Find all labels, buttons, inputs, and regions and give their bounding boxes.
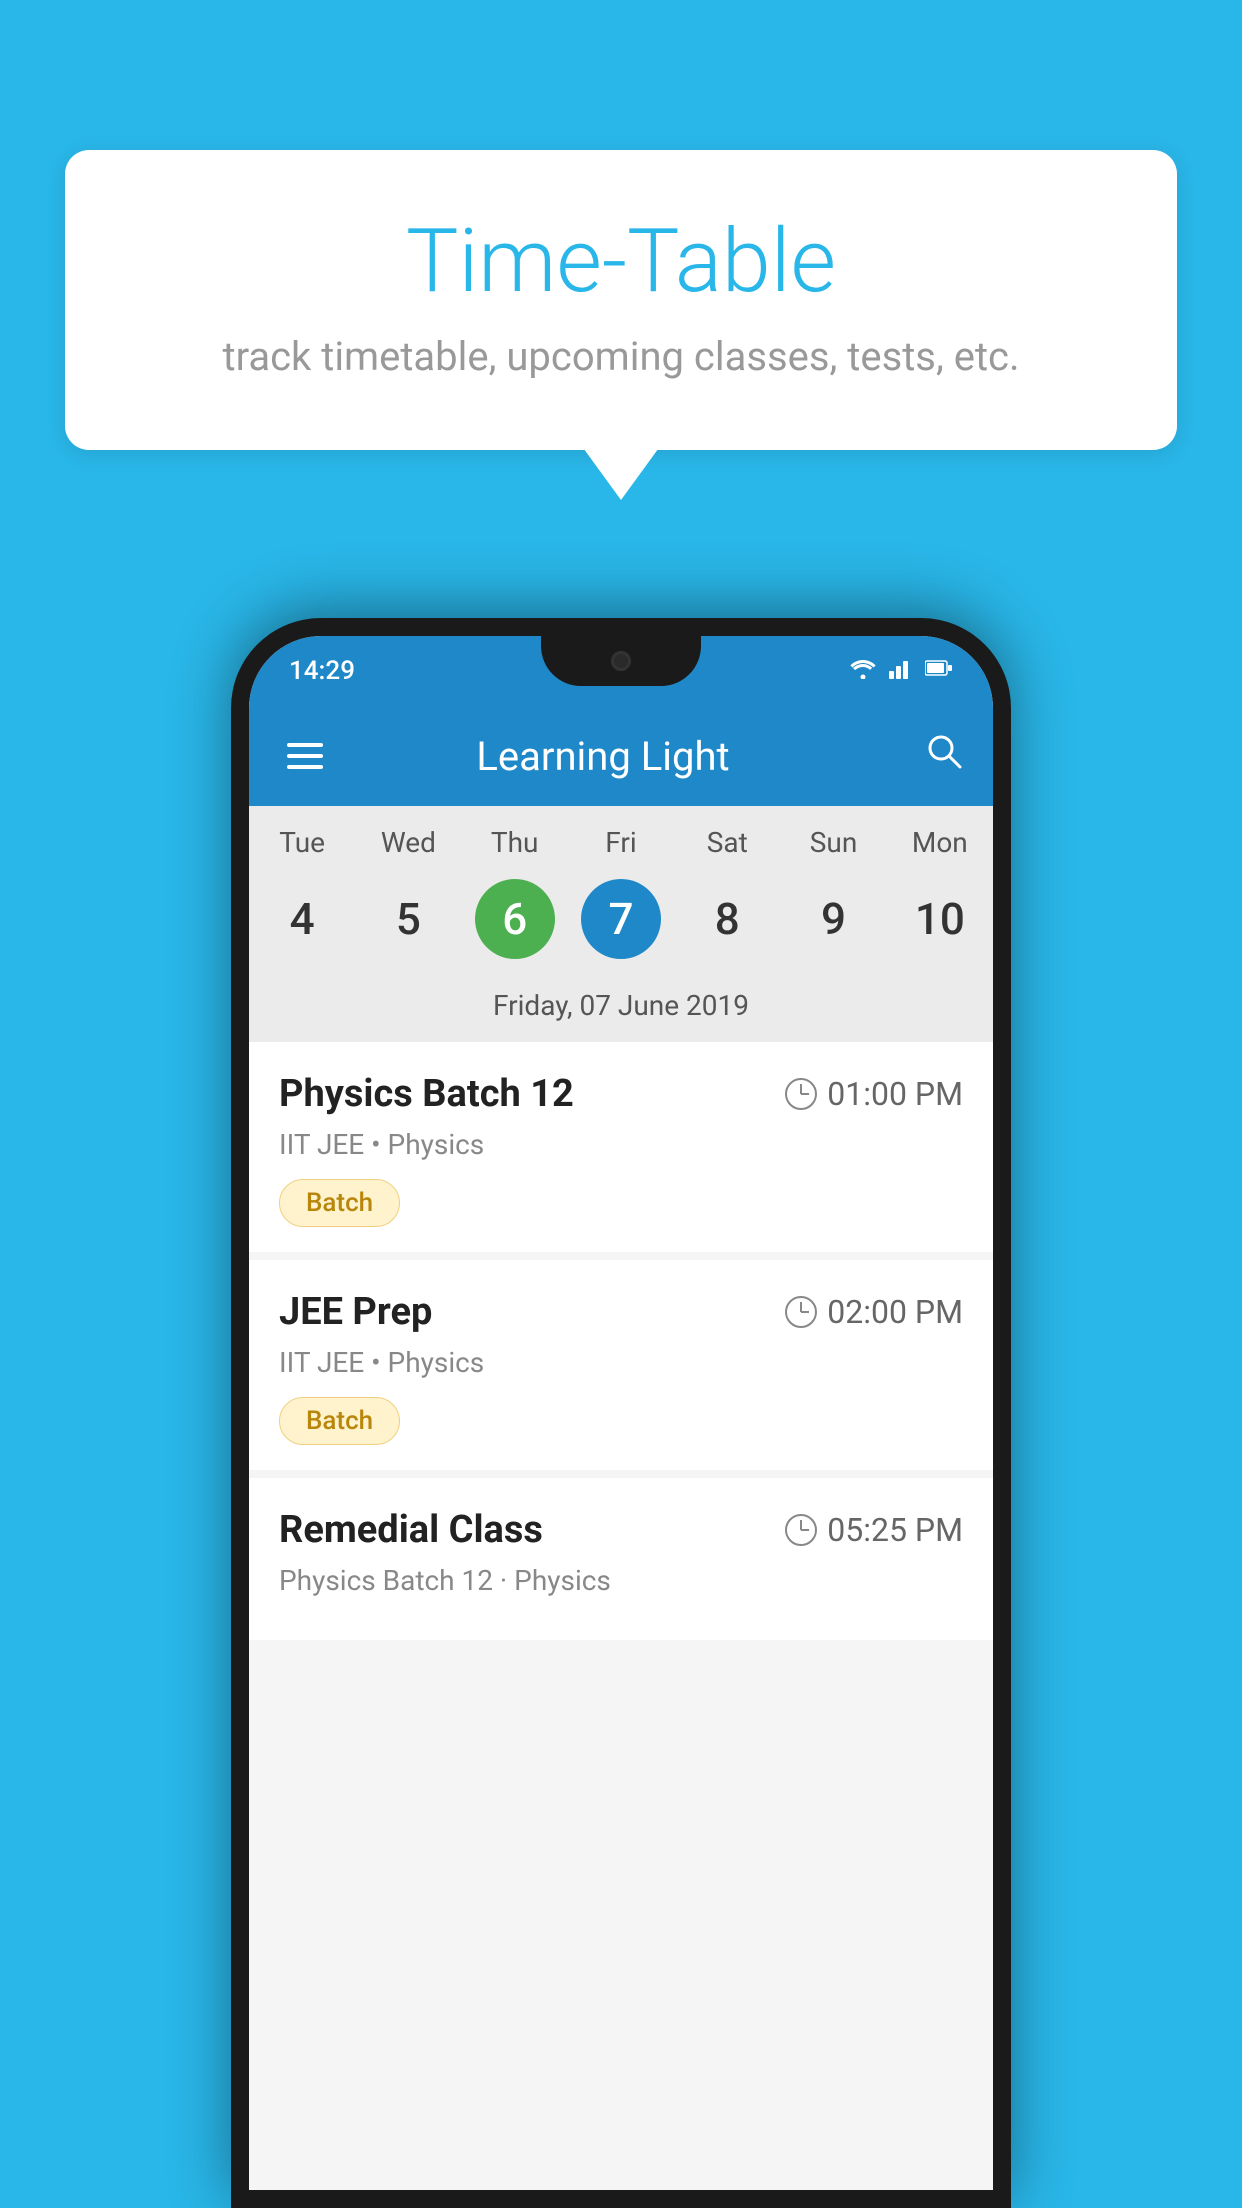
app-title: Learning Light [281,733,925,780]
schedule-item-header-2: Remedial Class 05:25 PM [279,1508,963,1552]
clock-icon-1 [785,1296,817,1328]
date-cell-10[interactable]: 10 [887,879,993,959]
calendar-days-header: Tue Wed Thu Fri Sat Sun Mon [249,806,993,869]
date-7-selected: 7 [581,879,661,959]
speech-bubble: Time-Table track timetable, upcoming cla… [65,150,1177,450]
day-sat[interactable]: Sat [674,826,780,859]
date-cell-7[interactable]: 7 [568,879,674,959]
notch-cutout [541,636,701,686]
batch-badge-0: Batch [279,1179,400,1227]
date-6-today: 6 [475,879,555,959]
schedule-item-title-1: JEE Prep [279,1290,432,1334]
day-sun[interactable]: Sun [780,826,886,859]
speech-bubble-container: Time-Table track timetable, upcoming cla… [65,150,1177,450]
phone-screen: 14:29 [249,636,993,2190]
phone-frame: 14:29 [231,618,1011,2208]
battery-icon [925,657,953,685]
schedule-list: Physics Batch 12 01:00 PM IIT JEE • Phys… [249,1042,993,2190]
date-5: 5 [368,879,448,959]
wifi-icon [849,657,877,685]
calendar-dates: 4 5 6 7 8 9 10 [249,869,993,979]
date-cell-4[interactable]: 4 [249,879,355,959]
date-cell-6[interactable]: 6 [462,879,568,959]
schedule-item-header-1: JEE Prep 02:00 PM [279,1290,963,1334]
schedule-item-header-0: Physics Batch 12 01:00 PM [279,1072,963,1116]
schedule-item-subtitle-2: Physics Batch 12 · Physics [279,1564,963,1597]
time-text-2: 05:25 PM [827,1511,963,1549]
day-wed[interactable]: Wed [355,826,461,859]
date-cell-8[interactable]: 8 [674,879,780,959]
calendar-section: Tue Wed Thu Fri Sat Sun Mon 4 5 6 7 [249,806,993,1042]
schedule-item-time-2: 05:25 PM [785,1511,963,1549]
schedule-item-subtitle-0: IIT JEE • Physics [279,1128,963,1161]
status-time: 14:29 [289,656,355,686]
selected-date-label: Friday, 07 June 2019 [249,979,993,1042]
date-cell-5[interactable]: 5 [355,879,461,959]
clock-icon-2 [785,1514,817,1546]
day-tue[interactable]: Tue [249,826,355,859]
schedule-item-time-0: 01:00 PM [785,1075,963,1113]
signal-icon [889,657,913,685]
status-icons [849,657,953,685]
day-fri[interactable]: Fri [568,826,674,859]
schedule-item-2[interactable]: Remedial Class 05:25 PM Physics Batch 12… [249,1478,993,1640]
date-10: 10 [900,879,980,959]
date-cell-9[interactable]: 9 [780,879,886,959]
camera [611,651,631,671]
app-toolbar: Learning Light [249,706,993,806]
date-9: 9 [794,879,874,959]
batch-badge-1: Batch [279,1397,400,1445]
schedule-item-title-0: Physics Batch 12 [279,1072,574,1116]
bubble-subtitle: track timetable, upcoming classes, tests… [145,333,1097,380]
search-button[interactable] [925,732,963,780]
date-4: 4 [262,879,342,959]
clock-icon-0 [785,1078,817,1110]
day-thu[interactable]: Thu [462,826,568,859]
schedule-item-title-2: Remedial Class [279,1508,543,1552]
bubble-title: Time-Table [145,210,1097,313]
schedule-item-subtitle-1: IIT JEE • Physics [279,1346,963,1379]
date-8: 8 [687,879,767,959]
schedule-item-time-1: 02:00 PM [785,1293,963,1331]
schedule-item-0[interactable]: Physics Batch 12 01:00 PM IIT JEE • Phys… [249,1042,993,1252]
time-text-1: 02:00 PM [827,1293,963,1331]
schedule-item-1[interactable]: JEE Prep 02:00 PM IIT JEE • Physics Batc… [249,1260,993,1470]
time-text-0: 01:00 PM [827,1075,963,1113]
day-mon[interactable]: Mon [887,826,993,859]
status-bar: 14:29 [249,636,993,706]
